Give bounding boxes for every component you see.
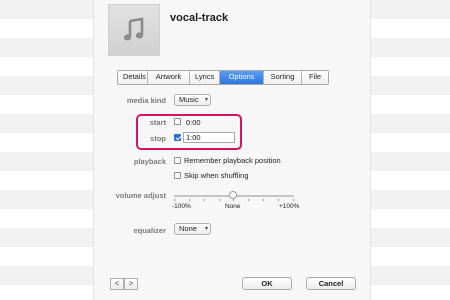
volume-tick xyxy=(204,199,205,201)
tab-file[interactable]: File xyxy=(302,71,328,84)
playback-label: playback xyxy=(133,157,166,166)
tab-bar: Details Artwork Lyrics Options Sorting F… xyxy=(117,70,329,85)
volume-tick xyxy=(189,199,190,201)
next-button[interactable]: > xyxy=(124,278,138,290)
tab-details[interactable]: Details xyxy=(118,71,148,84)
tab-sorting[interactable]: Sorting xyxy=(264,71,302,84)
previous-button[interactable]: < xyxy=(110,278,124,290)
volume-tick xyxy=(219,199,220,201)
chevron-updown-icon: ▾ xyxy=(204,226,208,232)
chevron-right-icon: > xyxy=(128,279,134,288)
tab-lyrics[interactable]: Lyrics xyxy=(190,71,220,84)
tab-options[interactable]: Options xyxy=(220,71,264,84)
start-label: start xyxy=(149,118,166,127)
volume-tick xyxy=(233,199,234,201)
volume-mid-label: None xyxy=(225,203,241,210)
cancel-button[interactable]: Cancel xyxy=(306,277,356,290)
remember-position-checkbox[interactable] xyxy=(174,157,181,164)
equalizer-select[interactable]: None ▾ xyxy=(174,223,211,235)
remember-position-label: Remember playback position xyxy=(184,156,281,165)
equalizer-value: None xyxy=(179,224,197,233)
album-artwork xyxy=(108,4,160,56)
tab-artwork[interactable]: Artwork xyxy=(148,71,190,84)
volume-max-label: +100% xyxy=(279,203,300,210)
volume-tick xyxy=(248,199,249,201)
chevron-updown-icon: ▾ xyxy=(204,97,208,103)
ok-button[interactable]: OK xyxy=(242,277,292,290)
volume-slider-knob[interactable] xyxy=(229,191,237,199)
track-title: vocal-track xyxy=(170,12,229,24)
media-kind-label: media kind xyxy=(126,96,166,105)
get-info-dialog: vocal-track Details Artwork Lyrics Optio… xyxy=(93,0,371,300)
media-kind-value: Music xyxy=(179,95,199,104)
volume-tick xyxy=(174,199,175,201)
volume-tick xyxy=(278,199,279,201)
stop-time-field[interactable]: 1:00 xyxy=(183,132,235,143)
volume-tick xyxy=(293,199,294,201)
skip-shuffling-label: Skip when shuffling xyxy=(184,171,249,180)
chevron-left-icon: < xyxy=(114,279,120,288)
stop-checkbox[interactable] xyxy=(174,134,181,141)
start-checkbox[interactable] xyxy=(174,118,181,125)
volume-min-label: -100% xyxy=(172,203,191,210)
equalizer-label: equalizer xyxy=(133,226,166,235)
volume-tick xyxy=(263,199,264,201)
skip-shuffling-checkbox[interactable] xyxy=(174,172,181,179)
music-note-icon xyxy=(123,17,144,41)
start-time-value: 0:00 xyxy=(186,118,201,127)
volume-adjust-label: volume adjust xyxy=(115,191,166,200)
stop-label: stop xyxy=(150,134,166,143)
media-kind-select[interactable]: Music ▾ xyxy=(174,94,211,106)
